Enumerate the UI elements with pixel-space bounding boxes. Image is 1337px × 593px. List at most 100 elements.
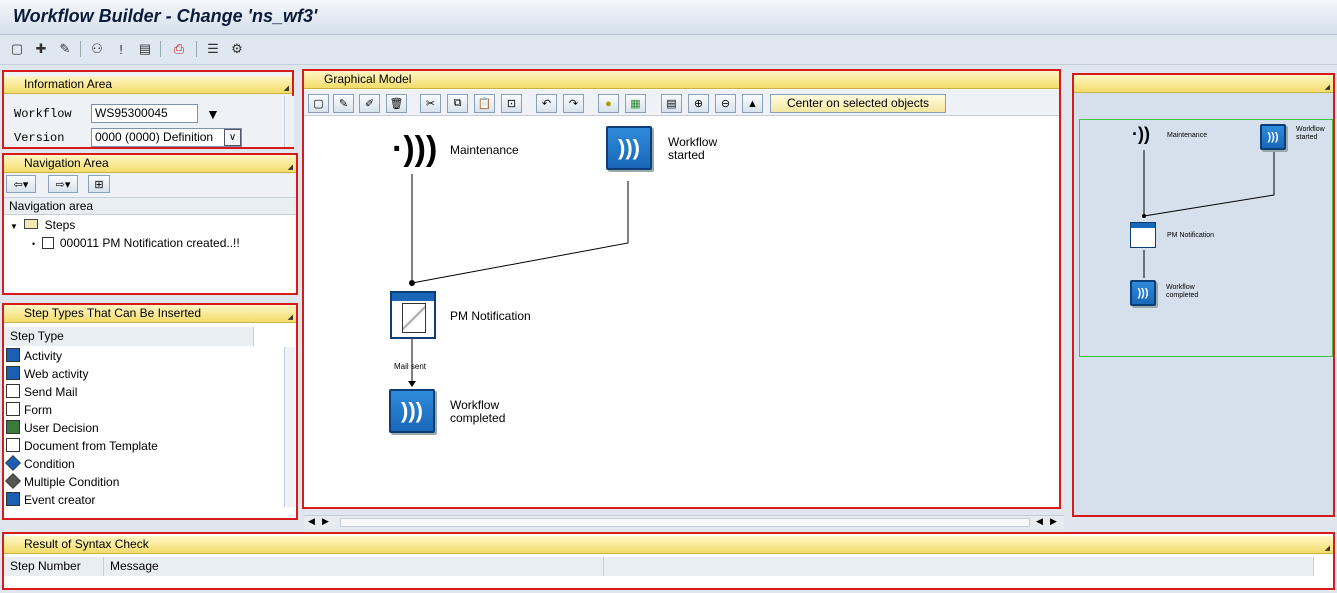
step-type-event-creator[interactable]: Event creator	[6, 491, 95, 509]
information-area-header: Information Area ◢	[4, 76, 292, 94]
event-creator-icon	[6, 492, 20, 506]
collapse-icon[interactable]: ◢	[1325, 540, 1330, 557]
step-type-multiple-condition[interactable]: Multiple Condition	[5, 473, 119, 491]
version-dropdown-icon[interactable]: ∨	[224, 129, 241, 146]
syntax-check-title: Result of Syntax Check	[24, 537, 149, 551]
step-type-send-mail[interactable]: Send Mail	[6, 383, 77, 401]
workflow-started-label: Workflow started	[668, 135, 718, 162]
back-arrow-icon[interactable]: ⇦▾	[6, 175, 36, 193]
tree-view-icon[interactable]: ⊞	[88, 175, 110, 193]
navigation-column-header: Navigation area	[4, 197, 296, 215]
empty-column-header	[604, 557, 1314, 576]
step-types-header: Step Types That Can Be Inserted ◢	[4, 305, 296, 323]
hierarchy-icon[interactable]: ⚇	[88, 40, 106, 58]
edit-icon[interactable]: ✎	[56, 40, 74, 58]
marker-icon[interactable]: !	[112, 40, 130, 58]
overview-maintenance-label: Maintenance	[1167, 132, 1208, 139]
display-icon[interactable]: ▤	[136, 40, 154, 58]
pm-notification-label: PM Notification	[450, 309, 531, 323]
version-select[interactable]: 0000 (0000) Definition	[91, 128, 242, 147]
step-type-column-header: Step Type	[4, 327, 254, 346]
print-icon[interactable]: ⎙	[170, 40, 188, 58]
form-icon	[6, 402, 20, 416]
navigation-area-title: Navigation Area	[24, 156, 109, 170]
overview-workflow-started-node: )))	[1260, 124, 1286, 150]
forward-arrow-icon[interactable]: ⇨▾	[48, 175, 78, 193]
step-number-column-header: Step Number	[4, 557, 104, 576]
arrow-head	[408, 381, 416, 387]
step-type-document-template[interactable]: Document from Template	[6, 437, 158, 455]
syntax-check-header: Result of Syntax Check ◢	[4, 536, 1333, 554]
step-types-scrollbar[interactable]	[284, 347, 295, 507]
main-toolbar: ▢ ✚ ✎ ⚇ ! ▤ ⎙ ☰ ⚙	[0, 35, 1337, 65]
step-types-panel: Step Types That Can Be Inserted ◢ Step T…	[2, 303, 298, 520]
workflow-completed-label: Workflow completed	[450, 398, 506, 425]
step-type-user-decision[interactable]: User Decision	[6, 419, 99, 437]
step-types-title: Step Types That Can Be Inserted	[24, 306, 201, 320]
information-area-panel: Information Area ◢ Workflow WS95300045 ▼…	[2, 70, 294, 149]
settings-icon[interactable]: ⚙	[228, 40, 246, 58]
collapse-icon[interactable]: ◢	[284, 80, 289, 97]
message-column-header: Message	[104, 557, 604, 576]
activity-icon	[6, 348, 20, 362]
overview-workflow-completed-label: Workflow completed	[1166, 284, 1199, 299]
collapse-icon[interactable]: ◢	[288, 309, 293, 326]
scroll-right-icon[interactable]: ▶	[1050, 516, 1057, 527]
scroll-thumb[interactable]	[340, 518, 1030, 527]
graphical-model-panel: Graphical Model ▢ ✎ ✐ 🗑 ✂ ⧉ 📋 ⊡ ↶ ↷ ● ▦ …	[302, 69, 1061, 509]
step-type-form[interactable]: Form	[6, 401, 52, 419]
workflow-completed-node[interactable]: )))	[389, 389, 435, 433]
user-decision-icon	[6, 420, 20, 434]
step-type-web-activity[interactable]: Web activity	[6, 365, 88, 383]
event-wave-icon: ·))	[1132, 124, 1150, 144]
navigation-step-label: 000011 PM Notification created..!!	[59, 236, 240, 250]
send-mail-icon	[402, 303, 426, 333]
web-activity-icon	[6, 366, 20, 380]
overview-pm-notification-label: PM Notification	[1167, 232, 1215, 239]
multiple-condition-icon	[5, 473, 21, 489]
step-type-activity[interactable]: Activity	[6, 347, 62, 365]
send-mail-icon	[41, 237, 54, 249]
title-bar: Workflow Builder - Change 'ns_wf3'	[0, 0, 1337, 35]
overview-viewport[interactable]: ·)) Maintenance ))) Workflow started PM N…	[1079, 119, 1333, 357]
event-wave-icon[interactable]: ·)))	[392, 126, 437, 172]
navigation-step-item[interactable]: • 000011 PM Notification created..!!	[32, 234, 240, 252]
folder-icon	[24, 219, 39, 229]
open-icon[interactable]: ✚	[32, 40, 50, 58]
navigation-area-panel: Navigation Area ◢ ⇦▾ ⇨▾ ⊞ Navigation are…	[2, 153, 298, 295]
send-mail-icon	[6, 384, 20, 398]
overview-panel: ◢ ·)) Maintenance ))) Workflow started PM…	[1072, 73, 1335, 517]
step-type-condition[interactable]: Condition	[5, 455, 75, 473]
steps-folder[interactable]: ▼ Steps	[10, 216, 75, 234]
version-value: 0000 (0000) Definition	[95, 130, 214, 144]
overview-workflow-started-label: Workflow started	[1296, 126, 1325, 141]
syntax-check-panel: Result of Syntax Check ◢ Step Number Mes…	[2, 532, 1335, 590]
workflow-label: Workflow	[14, 107, 72, 121]
list-icon[interactable]: ☰	[204, 40, 222, 58]
overview-header: ◢	[1074, 75, 1333, 93]
navigation-area-header: Navigation Area ◢	[4, 155, 296, 173]
window-title: Workflow Builder - Change 'ns_wf3'	[13, 6, 318, 26]
information-area-title: Information Area	[24, 77, 113, 91]
mail-sent-label: Mail sent	[394, 362, 427, 371]
overview-workflow-completed-node: )))	[1130, 280, 1156, 306]
overview-pm-notification-node	[1130, 222, 1156, 248]
pm-notification-node[interactable]	[390, 291, 436, 339]
edge-started-pm	[411, 181, 629, 284]
maintenance-label: Maintenance	[450, 143, 519, 157]
document-template-icon	[6, 438, 20, 452]
info-scrollbar[interactable]	[284, 96, 294, 147]
graphical-horizontal-scrollbar[interactable]: ◀ ▶ ◀ ▶	[304, 515, 1064, 529]
join-point	[409, 280, 415, 286]
expand-icon[interactable]: ▼	[10, 222, 18, 231]
steps-folder-label: Steps	[44, 218, 76, 232]
scroll-left-icon[interactable]: ◀	[308, 516, 315, 527]
scroll-left-icon[interactable]: ◀	[1036, 516, 1043, 527]
version-label: Version	[14, 131, 65, 145]
dropdown-arrow-icon[interactable]: ▼	[206, 106, 220, 122]
new-icon[interactable]: ▢	[8, 40, 26, 58]
workflow-started-node[interactable]: )))	[606, 126, 652, 170]
collapse-icon[interactable]: ◢	[1325, 79, 1330, 96]
scroll-right-icon[interactable]: ▶	[322, 516, 329, 527]
workflow-field[interactable]: WS95300045	[91, 104, 198, 123]
